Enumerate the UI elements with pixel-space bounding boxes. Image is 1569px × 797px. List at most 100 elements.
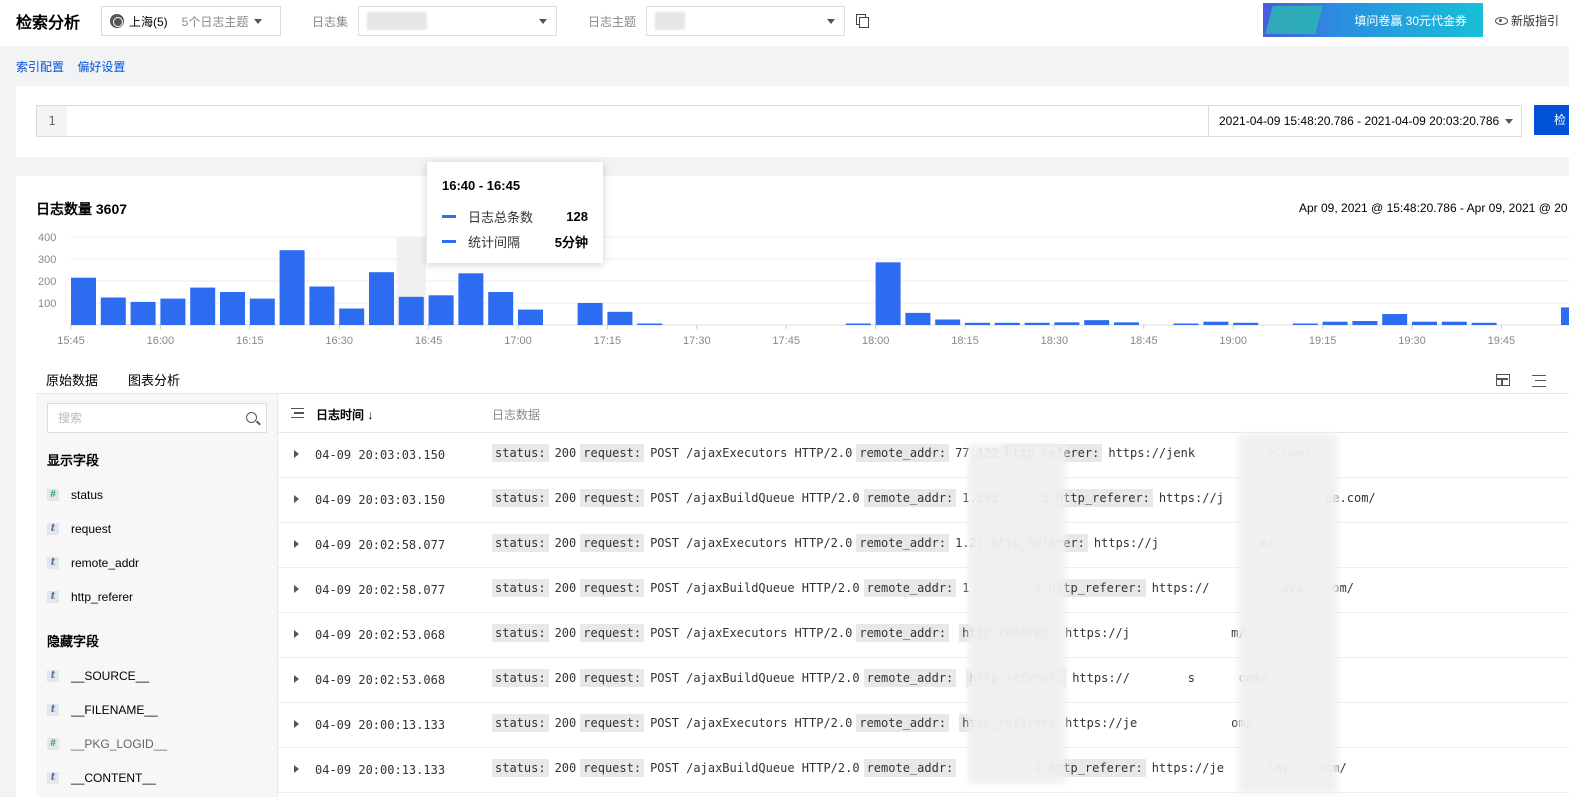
log-table: 日志时间 ↓ 日志数据 04-09 20:03:03.150 status: 200…: [278, 394, 1569, 797]
expand-caret-icon[interactable]: [294, 675, 299, 683]
field-key[interactable]: status:: [492, 534, 549, 552]
table-row[interactable]: 04-09 20:02:53.068 status: 200 request: POST…: [278, 658, 1569, 703]
kv-pair: status: 200: [492, 534, 580, 552]
field-key[interactable]: remote_addr:: [856, 624, 950, 642]
field-item[interactable]: # status: [47, 488, 103, 502]
log-time: 04-09 20:03:03.150: [315, 493, 446, 507]
field-key[interactable]: remote_addr:: [856, 534, 950, 552]
table-row[interactable]: 04-09 20:00:13.133 status: 200 request: POST…: [278, 703, 1569, 748]
field-item[interactable]: t request: [47, 522, 111, 536]
preferences-link[interactable]: 偏好设置: [77, 60, 125, 74]
field-key[interactable]: status:: [492, 759, 549, 777]
expand-caret-icon[interactable]: [294, 765, 299, 773]
field-key[interactable]: status:: [492, 444, 549, 462]
field-key[interactable]: status:: [492, 714, 549, 732]
layout-icon[interactable]: [1496, 374, 1510, 386]
survey-promo-banner[interactable]: 填问卷赢 30元代金券: [1263, 3, 1483, 37]
field-key[interactable]: status:: [492, 489, 549, 507]
expand-caret-icon[interactable]: [294, 450, 299, 458]
histogram-bar: [607, 311, 633, 325]
field-search-input[interactable]: 搜索: [47, 403, 267, 433]
field-key[interactable]: remote_addr:: [856, 714, 950, 732]
field-item[interactable]: t __SOURCE__: [47, 669, 149, 683]
field-key[interactable]: status:: [492, 624, 549, 642]
field-value: https://je om/: [1064, 716, 1253, 730]
field-key[interactable]: request:: [580, 759, 645, 777]
table-row[interactable]: 04-09 20:03:03.150 status: 200 request: POST…: [278, 478, 1569, 523]
histogram-bar: [1441, 321, 1467, 325]
expand-caret-icon[interactable]: [294, 630, 299, 638]
new-version-guide-link[interactable]: 新版指引: [1495, 12, 1559, 29]
copy-icon[interactable]: [856, 14, 869, 28]
field-key[interactable]: request:: [580, 534, 645, 552]
globe-icon: [110, 14, 124, 28]
x-tick-label: 17:45: [772, 335, 800, 347]
field-key[interactable]: remote_addr:: [863, 489, 957, 507]
field-item[interactable]: # __PKG_LOGID__: [47, 737, 167, 751]
kv-pair: request: POST /ajaxBuildQueue HTTP/2.0: [580, 759, 863, 777]
x-tick-label: 19:30: [1398, 335, 1426, 347]
histogram-bar: [1114, 322, 1139, 325]
field-key[interactable]: remote_addr:: [856, 444, 950, 462]
region-select[interactable]: 上海(5) 5个日志主题: [101, 6, 281, 36]
field-key[interactable]: remote_addr:: [863, 759, 957, 777]
region-name: 上海(5): [129, 14, 168, 29]
field-key[interactable]: request:: [580, 489, 645, 507]
promo-text: 填问卷赢 30元代金券: [1354, 13, 1467, 28]
log-data: status: 200 request: POST /ajaxExecutors HT…: [492, 534, 1279, 552]
table-row[interactable]: 04-09 20:00:13.133 status: 200 request: POST…: [278, 748, 1569, 793]
field-item[interactable]: t remote_addr: [47, 556, 139, 570]
log-histogram[interactable]: 400 300 200 100 15:45 16:00 16:15 16:30 16:45 17:…: [16, 231, 1569, 356]
expand-caret-icon[interactable]: [294, 495, 299, 503]
field-item[interactable]: t __CONTENT__: [47, 771, 156, 785]
logset-select[interactable]: [358, 6, 557, 36]
table-row[interactable]: 04-09 20:02:58.077 status: 200 request: POST…: [278, 568, 1569, 613]
field-key[interactable]: request:: [580, 669, 645, 687]
histogram-bar: [1471, 322, 1497, 325]
search-icon[interactable]: [246, 412, 257, 423]
log-data: status: 200 request: POST /ajaxBuildQueue H…: [492, 759, 1351, 777]
log-data: status: 200 request: POST /ajaxBuildQueue H…: [492, 579, 1358, 597]
kv-pair: request: POST /ajaxBuildQueue HTTP/2.0: [580, 489, 863, 507]
field-value: 200: [554, 491, 577, 505]
kv-pair: request: POST /ajaxExecutors HTTP/2.0: [580, 714, 856, 732]
field-key[interactable]: request:: [580, 714, 645, 732]
field-key[interactable]: http_referer:: [1052, 489, 1153, 507]
log-data: status: 200 request: POST /ajaxExecutors HT…: [492, 714, 1257, 732]
field-value: 200: [554, 581, 577, 595]
tooltip-label: 统计间隔: [468, 235, 521, 250]
field-item[interactable]: t __FILENAME__: [47, 703, 158, 717]
table-row[interactable]: 04-09 20:03:03.150 status: 200 request: POST…: [278, 433, 1569, 478]
field-key[interactable]: request:: [580, 579, 645, 597]
expand-caret-icon[interactable]: [294, 585, 299, 593]
expand-caret-icon[interactable]: [294, 720, 299, 728]
time-column-header[interactable]: 日志时间 ↓: [316, 406, 373, 423]
topic-select[interactable]: [646, 6, 845, 36]
field-key[interactable]: request:: [580, 444, 645, 462]
field-key[interactable]: status:: [492, 669, 549, 687]
kv-pair: request: POST /ajaxBuildQueue HTTP/2.0: [580, 579, 863, 597]
table-row[interactable]: 04-09 20:02:53.068 status: 200 request: POST…: [278, 613, 1569, 658]
field-key[interactable]: remote_addr:: [863, 579, 957, 597]
field-key[interactable]: status:: [492, 579, 549, 597]
histogram-bar: [994, 322, 1020, 325]
field-key[interactable]: remote_addr:: [863, 669, 957, 687]
histogram-bar: [905, 312, 931, 325]
field-item[interactable]: t http_referer: [47, 590, 133, 604]
kv-pair: status: 200: [492, 444, 580, 462]
time-range-picker[interactable]: 2021-04-09 15:48:20.786 - 2021-04-09 20:…: [1208, 105, 1522, 137]
table-row[interactable]: 04-09 20:02:58.077 status: 200 request: POST…: [278, 523, 1569, 568]
expand-caret-icon[interactable]: [294, 540, 299, 548]
x-tick-label: 19:45: [1488, 335, 1516, 347]
search-button[interactable]: 检: [1534, 105, 1569, 135]
histogram-bar: [1561, 307, 1569, 325]
field-key[interactable]: request:: [580, 624, 645, 642]
column-settings-icon[interactable]: [291, 408, 304, 418]
index-config-link[interactable]: 索引配置: [16, 60, 64, 74]
log-data: status: 200 request: POST /ajaxExecutors HT…: [492, 444, 1315, 462]
histogram-bar: [309, 286, 335, 325]
topic-label: 日志主题: [588, 15, 637, 29]
query-editor[interactable]: 1: [36, 105, 1210, 137]
wrap-lines-icon[interactable]: [1532, 375, 1546, 387]
histogram-bar: [488, 292, 514, 325]
